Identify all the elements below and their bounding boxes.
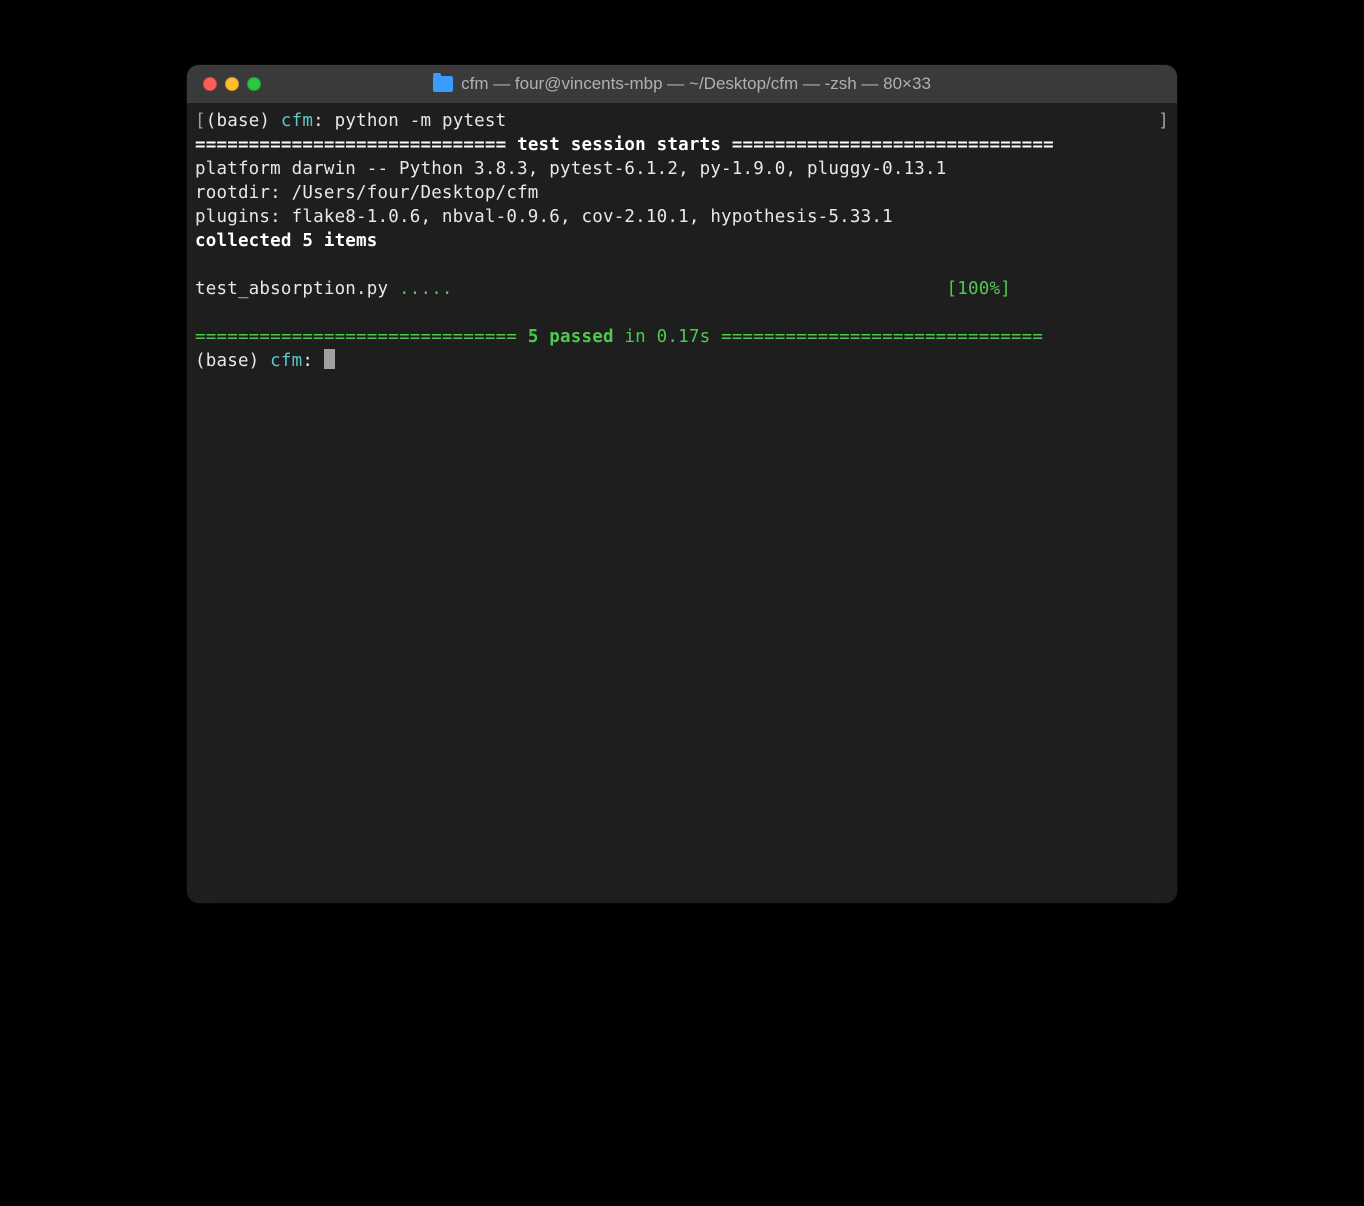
maximize-button[interactable] xyxy=(247,77,261,91)
terminal-window: cfm — four@vincents-mbp — ~/Desktop/cfm … xyxy=(187,65,1177,903)
platform-info: platform darwin -- Python 3.8.3, pytest-… xyxy=(195,157,1169,181)
titlebar[interactable]: cfm — four@vincents-mbp — ~/Desktop/cfm … xyxy=(187,65,1177,103)
test-file-result: test_absorption.py ..... [100%] xyxy=(195,277,1169,301)
prompt-line-2: (base) cfm: xyxy=(195,349,1169,373)
session-header: ============================= test sessi… xyxy=(195,133,1169,157)
traffic-lights xyxy=(203,77,261,91)
rootdir-info: rootdir: /Users/four/Desktop/cfm xyxy=(195,181,1169,205)
plugins-info: plugins: flake8-1.0.6, nbval-0.9.6, cov-… xyxy=(195,205,1169,229)
minimize-button[interactable] xyxy=(225,77,239,91)
cursor xyxy=(324,349,335,369)
blank-line xyxy=(195,253,1169,277)
folder-icon xyxy=(433,76,453,92)
blank-line-2 xyxy=(195,301,1169,325)
terminal-output[interactable]: [(base) cfm: python -m pytest]==========… xyxy=(187,103,1177,903)
collected-info: collected 5 items xyxy=(195,229,1169,253)
close-button[interactable] xyxy=(203,77,217,91)
window-title-text: cfm — four@vincents-mbp — ~/Desktop/cfm … xyxy=(461,74,931,94)
window-title: cfm — four@vincents-mbp — ~/Desktop/cfm … xyxy=(187,74,1177,94)
prompt-line-1: [(base) cfm: python -m pytest] xyxy=(195,109,1169,133)
result-summary: ============================== 5 passed … xyxy=(195,325,1169,349)
